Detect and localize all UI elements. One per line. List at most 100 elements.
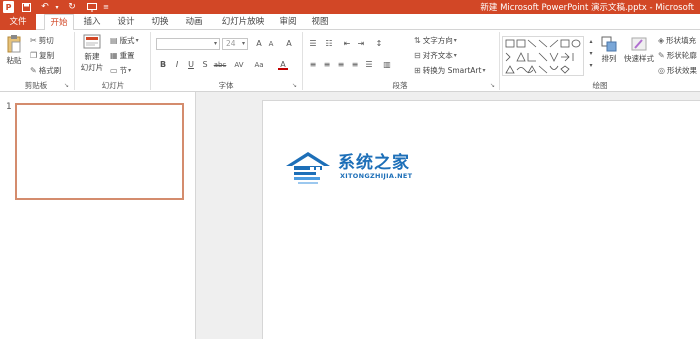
layout-label: 版式 <box>119 36 135 45</box>
section-button[interactable]: ▭ 节 ▾ <box>110 65 133 76</box>
font-size-combobox[interactable]: 24 ▾ <box>222 38 248 50</box>
smartart-button[interactable]: ⊞ 转换为 SmartArt ▾ <box>414 65 487 76</box>
pen-icon: ✎ <box>658 51 665 60</box>
cut-label: 剪切 <box>38 36 54 45</box>
font-name-combobox[interactable]: ▾ <box>156 38 220 50</box>
chevron-down-icon: ▾ <box>453 37 457 44</box>
align-left-icon[interactable]: ≡ <box>308 60 318 70</box>
house-logo-icon <box>286 152 330 184</box>
quick-styles-label: 快速样式 <box>624 54 654 63</box>
watermark-title: 系统之家 <box>338 153 410 173</box>
clear-formatting-icon[interactable]: A <box>284 39 294 49</box>
reset-button[interactable]: ▦ 重置 <box>110 50 135 61</box>
group-divider <box>302 32 303 90</box>
tab-home[interactable]: 开始 <box>44 14 74 31</box>
start-from-beginning-icon[interactable] <box>86 1 98 13</box>
shape-effects-button[interactable]: ◎ 形状效果 <box>658 65 697 76</box>
grow-font-icon[interactable]: A <box>254 39 264 49</box>
text-direction-icon: ⇅ <box>414 36 421 45</box>
save-icon[interactable] <box>20 1 32 13</box>
shape-outline-label: 形状轮廓 <box>666 51 697 60</box>
paste-button[interactable]: 粘贴 <box>3 34 25 66</box>
ribbon-home: 粘贴 ✂ 剪切 ❐ 复制 ✎ 格式刷 剪贴板 ↘ 新建 幻灯片 ▤ 版式 ▾ ▦ 重置 ▭ 节… <box>0 30 700 92</box>
character-spacing-icon[interactable]: AV <box>232 60 246 70</box>
tab-file[interactable]: 文件 <box>0 14 36 30</box>
tab-animations[interactable]: 动画 <box>182 14 206 30</box>
text-shadow-icon[interactable]: S <box>200 60 210 70</box>
quick-styles-icon <box>631 37 647 51</box>
italic-icon[interactable]: I <box>172 60 182 70</box>
copy-icon: ❐ <box>30 51 38 60</box>
tab-slideshow[interactable]: 幻灯片放映 <box>216 14 270 30</box>
paint-bucket-icon: ◈ <box>658 36 665 45</box>
clipboard-launcher-icon[interactable]: ↘ <box>64 82 69 89</box>
bullets-icon[interactable]: ☰ <box>308 39 318 49</box>
numbering-icon[interactable]: ☷ <box>324 39 334 49</box>
shapes-scroll-down-icon[interactable]: ▾ <box>586 49 596 59</box>
slide-thumbnail[interactable] <box>15 103 184 200</box>
shape-outline-button[interactable]: ✎ 形状轮廓 <box>658 50 697 61</box>
paste-label: 粘贴 <box>6 56 22 65</box>
tab-design[interactable]: 设计 <box>114 14 138 30</box>
cut-button[interactable]: ✂ 剪切 <box>30 35 54 46</box>
shapes-more-icon[interactable]: ▾ <box>586 61 596 71</box>
font-launcher-icon[interactable]: ↘ <box>292 82 297 89</box>
paragraph-launcher-icon[interactable]: ↘ <box>490 82 495 89</box>
shape-fill-label: 形状填充 <box>666 36 697 45</box>
tab-transitions[interactable]: 切换 <box>148 14 172 30</box>
undo-dropdown-icon[interactable]: ▾ <box>54 1 60 13</box>
clipboard-group-label: 剪贴板 <box>24 81 48 90</box>
shape-fill-button[interactable]: ◈ 形状填充 <box>658 35 696 46</box>
watermark: 系统之家 XITONGZHIJIA.NET <box>284 148 434 188</box>
new-slide-icon <box>83 34 101 49</box>
underline-icon[interactable]: U <box>186 60 196 70</box>
decrease-indent-icon[interactable]: ⇤ <box>342 39 352 49</box>
layout-button[interactable]: ▤ 版式 ▾ <box>110 35 141 46</box>
undo-icon[interactable]: ↶ <box>38 1 52 13</box>
shapes-scroll-up-icon[interactable]: ▴ <box>586 37 596 47</box>
align-right-icon[interactable]: ≡ <box>336 60 346 70</box>
tab-review[interactable]: 审阅 <box>276 14 300 30</box>
slide-thumbnail-pane[interactable]: 1 <box>0 92 196 339</box>
slide-canvas[interactable] <box>262 100 700 339</box>
change-case-icon[interactable]: Aa <box>252 60 266 70</box>
new-slide-label-1: 新建 <box>84 52 100 61</box>
format-painter-button[interactable]: ✎ 格式刷 <box>30 65 61 76</box>
font-color-icon[interactable]: A <box>278 60 288 70</box>
reset-icon: ▦ <box>110 51 118 60</box>
format-painter-label: 格式刷 <box>38 66 62 75</box>
strikethrough-icon[interactable]: abc <box>212 60 228 70</box>
increase-indent-icon[interactable]: ⇥ <box>356 39 366 49</box>
align-text-label: 对齐文本 <box>422 51 453 60</box>
section-label: 节 <box>119 66 128 75</box>
smartart-label: 转换为 SmartArt <box>422 66 482 75</box>
arrange-button[interactable]: 排列 <box>598 36 620 64</box>
text-direction-button[interactable]: ⇅ 文字方向 ▾ <box>414 35 459 46</box>
line-spacing-icon[interactable]: ↕ <box>374 39 384 49</box>
tab-view[interactable]: 视图 <box>308 14 332 30</box>
align-text-icon: ⊟ <box>414 51 421 60</box>
distributed-icon[interactable]: ☰ <box>364 60 374 70</box>
text-direction-label: 文字方向 <box>422 36 453 45</box>
powerpoint-logo-icon: P <box>3 1 14 13</box>
columns-icon[interactable]: ▥ <box>382 60 392 70</box>
group-divider <box>499 32 500 90</box>
align-text-button[interactable]: ⊟ 对齐文本 ▾ <box>414 50 459 61</box>
copy-label: 复制 <box>39 51 55 60</box>
customize-qat-icon[interactable]: ≡ <box>102 1 110 13</box>
quick-styles-button[interactable]: 快速样式 <box>624 36 654 64</box>
redo-icon[interactable]: ↻ <box>66 1 78 13</box>
smartart-icon: ⊞ <box>414 66 421 75</box>
title-bar: P ↶ ▾ ↻ ≡ 新建 Microsoft PowerPoint 演示文稿.p… <box>0 0 700 14</box>
new-slide-button[interactable]: 新建 幻灯片 <box>78 34 106 73</box>
shapes-gallery[interactable] <box>502 36 584 76</box>
align-center-icon[interactable]: ≡ <box>322 60 332 70</box>
justify-icon[interactable]: ≡ <box>350 60 360 70</box>
scissors-icon: ✂ <box>30 36 37 45</box>
shrink-font-icon[interactable]: A <box>266 39 276 49</box>
tab-insert[interactable]: 插入 <box>80 14 104 30</box>
group-divider <box>74 32 75 90</box>
copy-button[interactable]: ❐ 复制 <box>30 50 54 61</box>
bold-icon[interactable]: B <box>158 60 168 70</box>
paragraph-group-label: 段落 <box>392 81 408 90</box>
